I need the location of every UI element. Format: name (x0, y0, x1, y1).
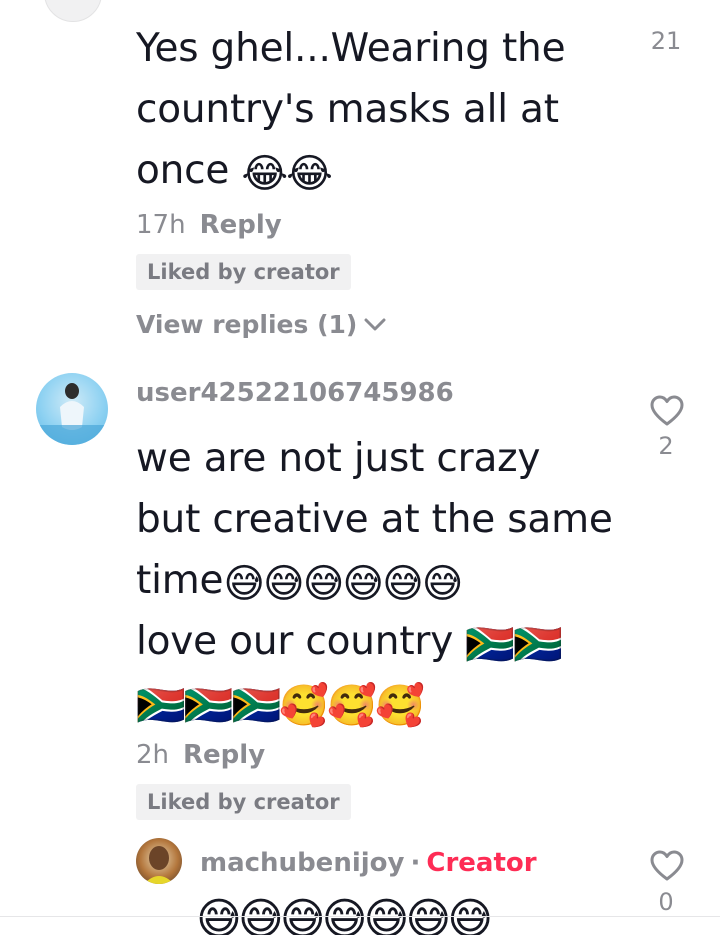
reply-button[interactable]: Reply (183, 740, 265, 770)
comment-username[interactable]: user42522106745986 (136, 378, 454, 408)
comment-time: 17h (136, 210, 186, 240)
liked-by-creator-badge: Liked by creator (136, 254, 351, 290)
close-icon[interactable] (646, 0, 676, 10)
comment-text: we are not just crazy but creative at th… (136, 436, 613, 729)
comment-text: 😅😅😅😅😅😅😅 (196, 894, 493, 935)
view-replies-button[interactable]: View replies (1) (136, 310, 387, 339)
comment-username[interactable]: machubenijoy (200, 848, 404, 878)
avatar-image (36, 383, 108, 445)
laughing-emoji: 😂😂 (241, 151, 332, 197)
creator-badge: Creator (426, 848, 537, 878)
comment-username-row: machubenijoy · Creator (200, 848, 537, 878)
avatar[interactable] (36, 373, 108, 445)
avatar[interactable] (136, 838, 182, 884)
flags-and-hearts-emoji: 🇿🇦🇿🇦🇿🇦🥰🥰🥰 (136, 683, 425, 729)
comment-meta: 2h Reply (136, 740, 265, 770)
south-africa-flag-emoji: 🇿🇦🇿🇦 (465, 622, 563, 668)
heart-outline-icon[interactable] (650, 850, 684, 882)
comment-text: Yes ghel...Wearing the country's masks a… (136, 26, 566, 197)
like-count: 2 (658, 432, 674, 460)
view-replies-label: View replies (1) (136, 310, 358, 339)
like-count: 21 (650, 27, 682, 55)
liked-by-creator-badge: Liked by creator (136, 784, 351, 820)
chevron-down-icon (364, 318, 386, 330)
reply-button[interactable]: Reply (200, 210, 282, 240)
comment-time: 2h (136, 740, 170, 770)
heart-outline-icon[interactable] (650, 395, 684, 427)
comment-meta: 17h Reply (136, 210, 282, 240)
avatar-image (144, 846, 174, 884)
divider (0, 916, 720, 917)
like-count: 0 (658, 888, 674, 916)
sweat-smile-emoji: 😅😅😅😅😅😅 (223, 561, 463, 607)
avatar[interactable] (44, 0, 102, 22)
